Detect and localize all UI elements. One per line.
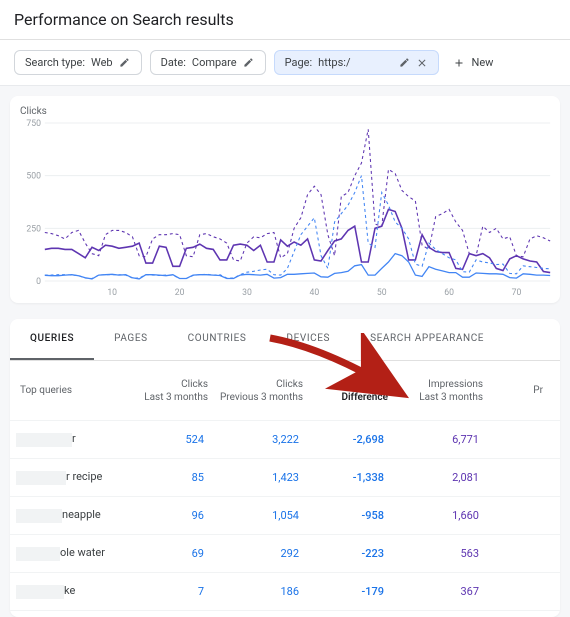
cell-impr-last: 6,771 — [390, 429, 485, 450]
svg-text:10: 10 — [107, 288, 117, 297]
tab-queries[interactable]: QUERIES — [10, 319, 94, 360]
chip-value: https:/ — [318, 56, 350, 69]
svg-text:30: 30 — [242, 288, 252, 297]
th-impr-last[interactable]: ImpressionsLast 3 months — [394, 374, 489, 408]
cell-clicks-prev: 292 — [210, 543, 305, 564]
close-icon[interactable] — [416, 57, 428, 69]
tabs: QUERIES PAGES COUNTRIES DEVICES SEARCH A… — [10, 319, 560, 361]
cell-query: r — [10, 428, 130, 450]
th-clicks-prev[interactable]: ClicksPrevious 3 months — [214, 374, 309, 408]
cell-clicks-prev: 186 — [210, 581, 305, 602]
data-table-card: QUERIES PAGES COUNTRIES DEVICES SEARCH A… — [10, 319, 560, 617]
th-clicks-last[interactable]: ClicksLast 3 months — [134, 374, 214, 408]
table-row[interactable]: ole water69292-223563 — [10, 535, 560, 573]
cell-impr-prev — [485, 512, 545, 520]
cell-clicks-last: 7 — [130, 581, 210, 602]
data-table: Top queries ClicksLast 3 months ClicksPr… — [10, 361, 560, 617]
tab-search-appearance[interactable]: SEARCH APPEARANCE — [350, 319, 490, 360]
cell-impr-prev — [485, 474, 545, 482]
cell-impr-prev — [485, 436, 545, 444]
chip-label: Page: — [285, 56, 313, 69]
cell-impr-last: 563 — [390, 543, 485, 564]
cell-clicks-diff: -179 — [305, 581, 390, 602]
table-row[interactable]: r5243,222-2,6986,771 — [10, 421, 560, 459]
svg-text:20: 20 — [175, 288, 185, 297]
cell-clicks-diff: -1,338 — [305, 467, 390, 488]
th-impr-prev[interactable]: Pr — [489, 380, 549, 401]
cell-clicks-last: 96 — [130, 505, 210, 526]
cell-clicks-diff: -958 — [305, 505, 390, 526]
cell-clicks-last: 85 — [130, 467, 210, 488]
cell-impr-last: 1,660 — [390, 505, 485, 526]
plus-icon — [453, 57, 465, 69]
svg-text:750: 750 — [26, 119, 41, 129]
svg-text:40: 40 — [309, 288, 319, 297]
cell-query: ole water — [10, 542, 130, 564]
chip-value: Web — [91, 56, 113, 69]
cell-clicks-last: 69 — [130, 543, 210, 564]
chip-label: Date: — [161, 56, 186, 69]
svg-text:70: 70 — [512, 288, 522, 297]
svg-text:60: 60 — [444, 288, 454, 297]
page-title: Performance on Search results — [0, 0, 570, 40]
new-filter-button[interactable]: New — [447, 52, 499, 73]
th-clicks-diff[interactable]: ↑ClicksDifference — [309, 374, 394, 408]
svg-text:50: 50 — [377, 288, 387, 297]
cell-clicks-prev: 3,222 — [210, 429, 305, 450]
new-label: New — [471, 56, 493, 69]
chip-page[interactable]: Page: https:/ — [274, 50, 440, 75]
filter-bar: Search type: Web Date: Compare Page: htt… — [0, 40, 570, 86]
line-chart[interactable]: 0 250 500 750 10 20 30 40 50 60 70 — [16, 117, 554, 297]
cell-clicks-prev: 1,054 — [210, 505, 305, 526]
chip-search-type[interactable]: Search type: Web — [14, 50, 142, 75]
th-queries[interactable]: Top queries — [14, 380, 134, 401]
table-row[interactable]: neapple961,054-9581,660 — [10, 497, 560, 535]
table-row[interactable]: r recipe851,423-1,3382,081 — [10, 459, 560, 497]
svg-text:0: 0 — [36, 277, 41, 287]
svg-text:250: 250 — [26, 224, 41, 234]
tab-pages[interactable]: PAGES — [94, 319, 168, 360]
pencil-icon — [398, 57, 410, 69]
cell-clicks-diff: -2,698 — [305, 429, 390, 450]
cell-query: r recipe — [10, 466, 130, 488]
pencil-icon — [243, 57, 255, 69]
chip-value: Compare — [192, 56, 237, 69]
cell-clicks-last: 524 — [130, 429, 210, 450]
cell-impr-prev — [485, 550, 545, 558]
cell-impr-last: 367 — [390, 581, 485, 602]
cell-impr-last: 2,081 — [390, 467, 485, 488]
sort-asc-icon: ↑ — [353, 379, 358, 390]
cell-impr-prev — [485, 588, 545, 596]
chip-date[interactable]: Date: Compare — [150, 50, 266, 75]
cell-query: neapple — [10, 504, 130, 526]
pencil-icon — [119, 57, 131, 69]
tab-countries[interactable]: COUNTRIES — [168, 319, 267, 360]
table-row[interactable]: ke7186-179367 — [10, 573, 560, 611]
table-header: Top queries ClicksLast 3 months ClicksPr… — [10, 361, 560, 421]
chart-card: Clicks 0 250 500 750 10 20 30 40 50 60 70 — [10, 96, 560, 303]
chip-label: Search type: — [25, 56, 85, 69]
chart-y-title: Clicks — [16, 106, 554, 117]
cell-clicks-prev: 1,423 — [210, 467, 305, 488]
tab-devices[interactable]: DEVICES — [266, 319, 350, 360]
svg-text:500: 500 — [26, 172, 41, 182]
cell-clicks-diff: -223 — [305, 543, 390, 564]
cell-query: ke — [10, 580, 130, 602]
